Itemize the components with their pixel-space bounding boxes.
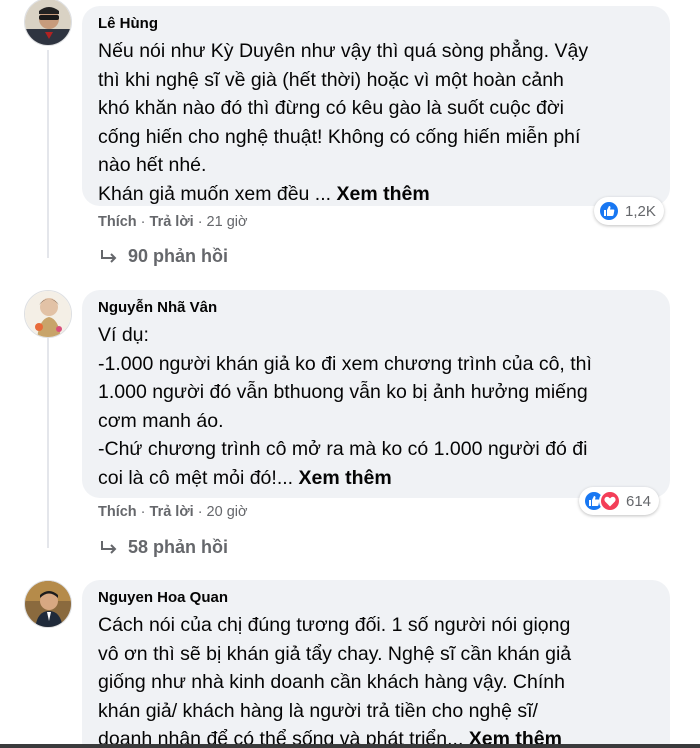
thread-line (47, 338, 49, 548)
comment-author[interactable]: Nguyen Hoa Quan (98, 588, 654, 608)
comment-bubble: Nguyễn Nhã Vân Ví dụ: -1.000 người khán … (82, 290, 670, 498)
comment-author[interactable]: Lê Hùng (98, 14, 654, 34)
thread-line (47, 50, 49, 258)
reply-button[interactable]: Trả lời (150, 214, 194, 230)
bottom-border (0, 744, 700, 748)
avatar[interactable] (24, 580, 72, 628)
reaction-count-text: 1,2K (625, 202, 656, 220)
avatar[interactable] (24, 290, 72, 338)
see-more-link[interactable]: Xem thêm (299, 467, 392, 489)
separator: · (140, 214, 146, 230)
comment-text: Nếu nói như Kỳ Duyên như vậy thì quá sòn… (98, 37, 654, 208)
comment-actions: Thích · Trả lời · 21 giờ (98, 214, 247, 230)
love-icon (599, 490, 621, 512)
comment-text-content: Ví dụ: -1.000 người khán giả ko đi xem c… (98, 324, 592, 489)
comment-actions: Thích · Trả lời · 20 giờ (98, 504, 247, 520)
comment-bubble: Lê Hùng Nếu nói như Kỳ Duyên như vậy thì… (82, 6, 670, 206)
avatar-photo-icon (25, 0, 71, 45)
comment-author[interactable]: Nguyễn Nhã Vân (98, 298, 654, 318)
like-icon (598, 200, 620, 222)
replies-count: 90 phản hồi (128, 246, 229, 266)
avatar[interactable] (24, 0, 72, 46)
reply-button[interactable]: Trả lời (150, 504, 194, 520)
avatar-photo-icon (25, 291, 71, 337)
reaction-count[interactable]: 1,2K (594, 197, 664, 225)
replies-count: 58 phản hồi (128, 537, 229, 557)
reaction-count[interactable]: 614 (579, 487, 660, 515)
reply-arrow-icon (101, 540, 117, 554)
view-replies-button[interactable]: 90 phản hồi (100, 246, 228, 267)
view-replies-button[interactable]: 58 phản hồi (100, 537, 228, 558)
comment-text: Cách nói của chị đúng tương đối. 1 số ng… (98, 611, 654, 748)
separator: · (140, 504, 146, 520)
reply-arrow-icon (101, 249, 117, 263)
like-button[interactable]: Thích (98, 504, 137, 520)
comment-text: Ví dụ: -1.000 người khán giả ko đi xem c… (98, 321, 654, 492)
reaction-count-text: 614 (626, 492, 652, 510)
comment-text-content: Nếu nói như Kỳ Duyên như vậy thì quá sòn… (98, 40, 589, 205)
see-more-link[interactable]: Xem thêm (336, 183, 429, 205)
separator: · (197, 214, 203, 230)
comment-bubble: Nguyen Hoa Quan Cách nói của chị đúng tư… (82, 580, 670, 748)
comment-timestamp[interactable]: 20 giờ (207, 504, 248, 520)
separator: · (197, 504, 203, 520)
like-button[interactable]: Thích (98, 214, 137, 230)
avatar-photo-icon (25, 581, 71, 627)
comment-timestamp[interactable]: 21 giờ (207, 214, 248, 230)
